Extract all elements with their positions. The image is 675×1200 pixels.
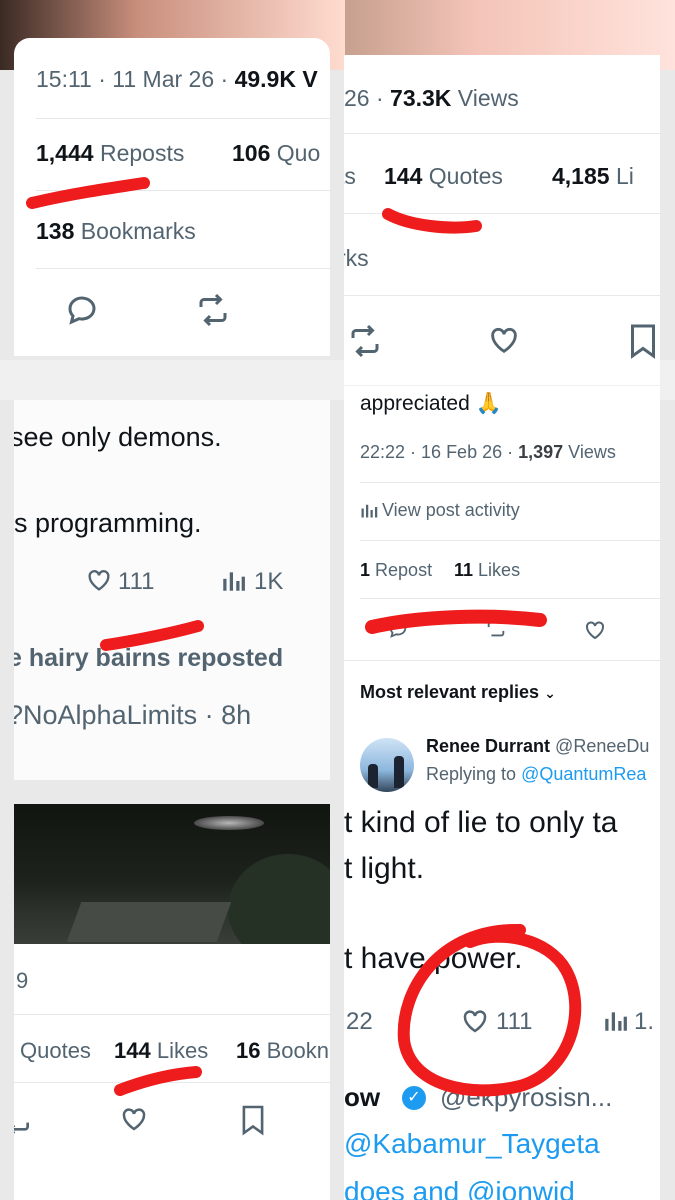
avatar[interactable] [360,738,414,792]
quotes-stat[interactable]: Quotes [20,1038,91,1064]
mention-text-partial: does and @ionwid [344,1176,575,1200]
pathway [66,902,232,942]
repost-icon[interactable] [346,323,384,359]
post-stats-panel-left: 15:11 · 11 Mar 26 · 49.9K V 1,444 Repost… [14,38,330,356]
post-stats-panel-bottom-left: 9 Quotes 144 Likes 16 Bookn [14,944,330,1200]
post-timestamp: 15:11 · 11 Mar 26 · 49.9K V [36,66,318,92]
repost-icon[interactable] [194,292,232,328]
bookmarks-stat[interactable]: 138 Bookmarks [36,218,196,245]
bookmarks-stat[interactable]: 16 Bookn [236,1038,329,1064]
post-text-partial: appreciated 🙏 [360,392,502,415]
view-post-activity-link[interactable]: View post activity [360,500,520,523]
quotes-stat[interactable]: 106 Quo [232,140,320,167]
next-author-handle[interactable]: @ekpyrosisn... [440,1082,612,1113]
reposts-stat[interactable]: 1,444 Reposts [36,140,184,167]
replying-to: Replying to @QuantumRea [426,764,647,784]
chevron-down-icon: ⌄ [544,685,556,701]
reposts-stat[interactable]: 1 Repost [360,560,432,581]
repost-icon[interactable] [484,618,508,640]
activity-icon [360,502,378,523]
like-icon[interactable] [84,566,114,594]
bookmark-icon[interactable] [240,1104,266,1136]
reposts-stat-fragment[interactable]: ts [344,163,356,190]
replies-sort-dropdown[interactable]: Most relevant replies ⌄ [360,682,556,703]
like-icon[interactable] [582,618,608,642]
views-icon[interactable] [602,1008,628,1034]
likes-stat[interactable]: 4,185 Li [552,163,634,190]
post-timestamp: 26 · 73.3K Views [344,85,519,111]
views-icon[interactable] [220,568,246,594]
reply-text-line: t kind of lie to only ta [344,806,618,839]
post-timestamp: 22:22 · 16 Feb 26 · 1,397 Views [360,442,616,462]
likes-stat[interactable]: 11 Likes [454,560,520,581]
post-text-line: see only demons. [14,422,222,452]
light-spot [194,816,264,830]
like-count: 111 [118,568,155,595]
mention-link[interactable]: @Kabamur_Taygeta [344,1128,600,1160]
views-count: 1. [634,1008,655,1035]
likes-stat[interactable]: 144 Likes [114,1038,208,1064]
quotes-stat[interactable]: 144 Quotes [384,163,503,190]
bush-shape [228,854,330,944]
post-text-line: is programming. [14,508,202,538]
post-stats-panel-right: 26 · 73.3K Views ts 144 Quotes 4,185 Li … [344,55,660,385]
bookmarks-stat-fragment[interactable]: rks [344,245,369,272]
reply-count[interactable]: 22 [346,1008,373,1036]
post-detail-panel-right: appreciated 🙏 22:22 · 16 Feb 26 · 1,397 … [344,386,660,1200]
stat-fragment: 9 [16,968,29,993]
like-icon[interactable] [486,323,522,357]
verified-badge-icon: ✓ [402,1086,426,1110]
reply-icon[interactable] [64,292,100,328]
repost-icon[interactable] [14,1104,34,1136]
reply-author[interactable]: Renee Durrant @ReneeDu [426,736,649,757]
views-count: 1K [254,568,284,595]
reposted-by-label: e hairy bairns reposted [14,644,284,672]
bookmark-icon[interactable] [628,323,658,359]
reply-icon[interactable] [386,618,410,640]
reposted-post-panel-left: see only demons. is programming. 111 1K … [14,400,330,780]
like-count: 111 [496,1008,533,1035]
like-icon[interactable] [118,1104,150,1134]
reply-text-line: t light. [344,852,425,885]
video-thumbnail[interactable] [14,804,330,944]
author-handle-time[interactable]: ?NoAlphaLimits · 8h [14,700,251,731]
next-author-name[interactable]: ow [344,1082,380,1113]
like-icon[interactable] [458,1006,492,1036]
replying-to-link[interactable]: @QuantumRea [521,764,646,784]
reply-text-line: t have power. [344,942,523,975]
